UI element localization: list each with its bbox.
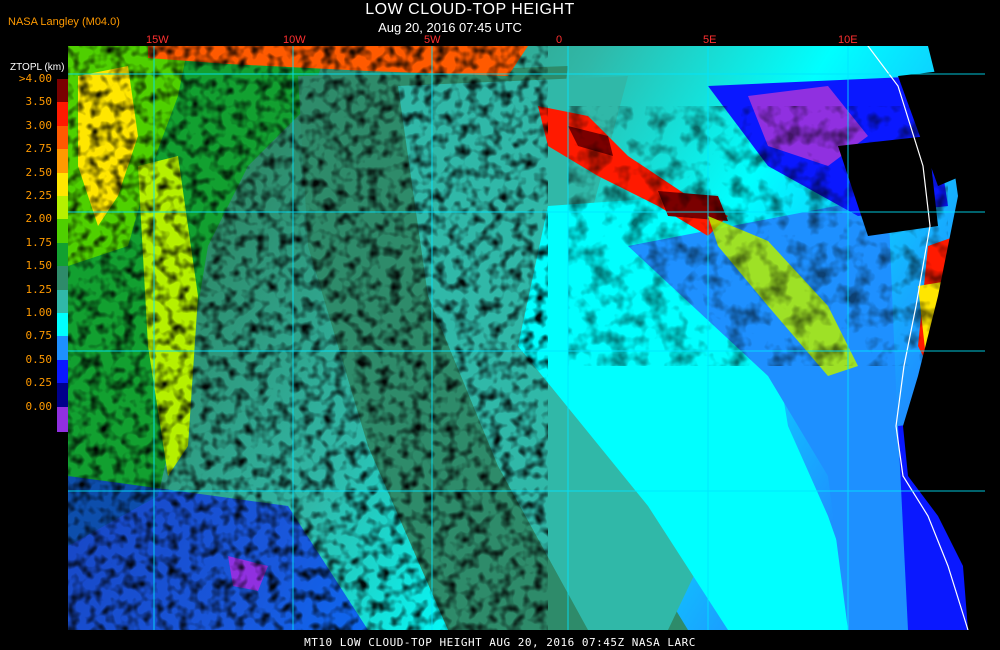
legend-label: 0.75 (25, 329, 53, 343)
map-title: LOW CLOUD-TOP HEIGHT (365, 1, 575, 18)
legend-label: 2.50 (25, 165, 53, 179)
status-footer: MT10 LOW CLOUD-TOP HEIGHT AUG 20, 2016 0… (304, 636, 696, 649)
legend-label: 1.75 (25, 235, 53, 249)
legend-label: 0.50 (25, 352, 53, 366)
legend-label: >4.00 (18, 72, 52, 85)
legend-label: 1.00 (25, 306, 53, 319)
legend-label: 3.00 (25, 118, 53, 132)
legend-label: 0.00 (25, 399, 53, 413)
legend-label: 0.25 (25, 376, 53, 390)
longitude-label: 10W (283, 34, 306, 46)
longitude-label: 10E (838, 34, 858, 46)
data-source-label: NASA Langley (M04.0) (8, 16, 120, 28)
legend-label: 3.50 (25, 95, 53, 109)
satellite-map[interactable] (68, 46, 985, 630)
longitude-label: 0 (556, 34, 563, 46)
legend-label: 1.50 (25, 259, 53, 273)
legend-label: 1.25 (25, 282, 53, 296)
longitude-label: 15W (146, 34, 169, 46)
longitude-label: 5W (424, 34, 441, 46)
longitude-label: 5E (703, 34, 717, 46)
legend-label: 2.00 (25, 212, 53, 226)
map-datetime: Aug 20, 2016 07:45 UTC (378, 20, 522, 35)
cloud-height-field (68, 46, 985, 630)
legend-label: 2.25 (25, 189, 53, 202)
legend-label: 2.75 (25, 142, 53, 156)
